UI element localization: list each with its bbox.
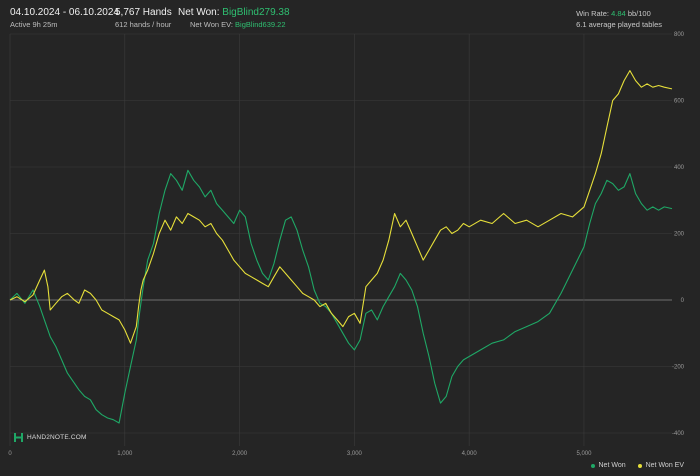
y-tick-label: 200 xyxy=(674,232,685,238)
hand2note-logo: HAND2NOTE.COM xyxy=(14,433,87,442)
y-tick-label: 0 xyxy=(681,298,685,304)
legend-dot-net-won xyxy=(590,463,595,468)
y-tick-label: 800 xyxy=(674,32,685,38)
x-tick-label: 2,000 xyxy=(232,451,248,457)
legend-net-won[interactable]: Net Won xyxy=(590,462,626,469)
series-layer xyxy=(9,70,673,424)
graph-chart: -400 -200 0 200 400 600 800 0 1,000 2,000 3,000 4,0… xyxy=(8,32,684,457)
legend-label-net-won: Net Won xyxy=(598,462,626,469)
x-tick-label: 4,000 xyxy=(462,451,478,457)
legend-label-net-won-ev: Net Won EV xyxy=(645,462,684,469)
y-tick-label: 400 xyxy=(674,165,685,171)
series-net-won-line xyxy=(9,169,673,424)
series-net-won-ev-line xyxy=(9,70,673,344)
chart-legend: Net Won Net Won EV xyxy=(590,462,684,469)
grid-layer xyxy=(9,33,672,446)
tick-layer: -400 -200 0 200 400 600 800 0 1,000 2,000 3,000 4,0… xyxy=(8,32,684,457)
x-tick-label: 0 xyxy=(8,451,12,457)
legend-dot-net-won-ev xyxy=(637,463,642,468)
y-tick-label: -200 xyxy=(672,365,685,371)
x-tick-label: 3,000 xyxy=(347,451,363,457)
y-tick-label: -400 xyxy=(672,431,685,437)
x-tick-label: 1,000 xyxy=(117,451,133,457)
x-tick-label: 5,000 xyxy=(576,451,592,457)
legend-net-won-ev[interactable]: Net Won EV xyxy=(637,462,684,469)
y-tick-label: 600 xyxy=(674,99,685,105)
logo-mark-icon xyxy=(14,433,23,442)
logo-text: HAND2NOTE.COM xyxy=(27,434,87,441)
